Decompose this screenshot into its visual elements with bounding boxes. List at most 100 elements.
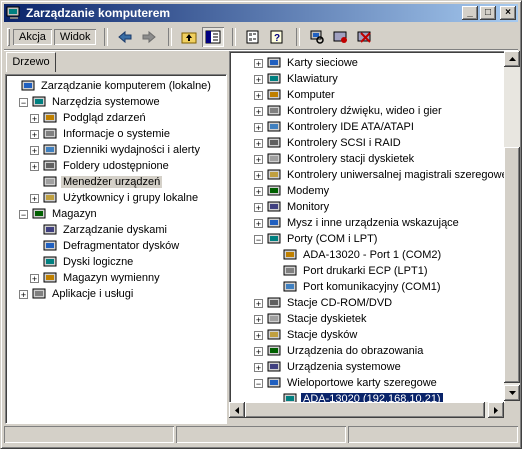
tree-item-label: Podgląd zdarzeń: [63, 112, 146, 124]
expand-button[interactable]: +: [30, 145, 39, 155]
expand-button[interactable]: +: [254, 138, 263, 148]
tree-item[interactable]: ADA-13020 - Port 1 (COM2): [270, 247, 443, 263]
tree-item[interactable]: Menedżer urządzeń: [30, 174, 163, 190]
tree-item[interactable]: + Dzienniki wydajności i alerty: [30, 142, 202, 158]
uninstall-device-button[interactable]: [354, 27, 376, 47]
expand-button[interactable]: +: [254, 202, 263, 212]
tree-item[interactable]: + Użytkownicy i grupy lokalne: [30, 190, 200, 206]
expand-button[interactable]: +: [254, 106, 263, 116]
tree-item[interactable]: + Stacje CD-ROM/DVD: [254, 295, 394, 311]
menu-view[interactable]: Widok: [54, 29, 97, 45]
expand-button[interactable]: +: [30, 129, 39, 139]
expand-button[interactable]: +: [19, 289, 28, 299]
tree-item[interactable]: + Komputer: [254, 87, 337, 103]
tree-item-label: Kontrolery SCSI i RAID: [287, 137, 401, 149]
collapse-button[interactable]: −: [254, 234, 263, 244]
expand-button[interactable]: +: [254, 90, 263, 100]
help-button[interactable]: ?: [266, 27, 288, 47]
expand-button[interactable]: +: [254, 346, 263, 356]
tree-item[interactable]: + Aplikacje i usługi: [19, 286, 135, 302]
expand-button[interactable]: +: [254, 218, 263, 228]
tree-item[interactable]: Port drukarki ECP (LPT1): [270, 263, 430, 279]
expand-button[interactable]: +: [30, 161, 39, 171]
tree-item[interactable]: + Mysz i inne urządzenia wskazujące: [254, 215, 461, 231]
tree-item[interactable]: Zarządzanie komputerem (lokalne): [8, 78, 213, 94]
tree-item[interactable]: − Magazyn: [19, 206, 99, 222]
tree-item[interactable]: + Informacje o systemie: [30, 126, 172, 142]
minimize-button[interactable]: _: [462, 6, 478, 20]
tree-item[interactable]: + Modemy: [254, 183, 331, 199]
expand-button[interactable]: +: [254, 314, 263, 324]
collapse-button[interactable]: −: [19, 209, 28, 219]
tree-item[interactable]: + Kontrolery uniwersalnej magistrali szer…: [254, 167, 504, 183]
expand-button[interactable]: +: [254, 74, 263, 84]
expand-button[interactable]: +: [254, 362, 263, 372]
expand-button[interactable]: +: [254, 122, 263, 132]
tree-item[interactable]: + Kontrolery stacji dyskietek: [254, 151, 416, 167]
device-tree-pane[interactable]: + Karty sieciowe + Klawiatury + Komputer + Kont…: [229, 51, 505, 403]
expand-button[interactable]: +: [254, 186, 263, 196]
tree-item[interactable]: + Kontrolery dźwięku, wideo i gier: [254, 103, 444, 119]
tree-item[interactable]: − Wieloportowe karty szeregowe: [254, 375, 439, 391]
tree-item[interactable]: + Stacje dysków: [254, 327, 359, 343]
tree-item-label: Kontrolery stacji dyskietek: [287, 153, 415, 165]
tree-item[interactable]: + Kontrolery SCSI i RAID: [254, 135, 403, 151]
close-button[interactable]: ×: [500, 6, 516, 20]
tree-item[interactable]: + Magazyn wymienny: [30, 270, 162, 286]
scan-hardware-button[interactable]: [306, 27, 328, 47]
expand-button[interactable]: +: [30, 273, 39, 283]
tree-item[interactable]: + Urządzenia systemowe: [254, 359, 403, 375]
tree-item[interactable]: − Porty (COM i LPT): [254, 231, 379, 247]
expand-button[interactable]: +: [30, 193, 39, 203]
vertical-scroll-thumb[interactable]: [504, 147, 520, 383]
tree-item[interactable]: + Karty sieciowe: [254, 55, 360, 71]
tree-item[interactable]: Dyski logiczne: [30, 254, 135, 270]
tree-item[interactable]: + Monitory: [254, 199, 331, 215]
svg-text:?: ?: [274, 33, 280, 44]
menu-action[interactable]: Akcja: [13, 29, 52, 45]
tree-item[interactable]: + Klawiatury: [254, 71, 340, 87]
tree-item-label: Komputer: [287, 89, 335, 101]
tree-item[interactable]: + Urządzenia do obrazowania: [254, 343, 425, 359]
tree-item[interactable]: Port komunikacyjny (COM1): [270, 279, 443, 295]
tree-item[interactable]: + Stacje dyskietek: [254, 311, 368, 327]
up-level-button[interactable]: [178, 27, 200, 47]
expand-button[interactable]: +: [254, 330, 263, 340]
scroll-left-button[interactable]: [229, 402, 245, 418]
horizontal-scrollbar[interactable]: [229, 402, 504, 418]
toolbar-grip[interactable]: [7, 28, 10, 46]
forward-button[interactable]: [138, 27, 160, 47]
expand-button[interactable]: +: [30, 113, 39, 123]
collapse-button[interactable]: −: [19, 97, 28, 107]
expand-button[interactable]: +: [254, 58, 263, 68]
expand-button[interactable]: +: [254, 170, 263, 180]
port-icon: [267, 233, 281, 244]
expand-button[interactable]: +: [254, 154, 263, 164]
disable-device-button[interactable]: [330, 27, 352, 47]
tab-tree[interactable]: Drzewo: [6, 52, 56, 72]
collapse-button[interactable]: −: [254, 378, 263, 388]
scroll-down-button[interactable]: [504, 385, 520, 401]
horizontal-scroll-thumb[interactable]: [245, 402, 485, 418]
vertical-scrollbar[interactable]: [504, 51, 520, 401]
tree-item-label: Klawiatury: [287, 73, 338, 85]
tree-item[interactable]: + Podgląd zdarzeń: [30, 110, 148, 126]
scroll-up-button[interactable]: [504, 51, 520, 67]
tree-item[interactable]: Zarządzanie dyskami: [30, 222, 169, 238]
title-bar[interactable]: Zarządzanie komputerem _ □ ×: [4, 4, 518, 22]
defragmenter-icon: [43, 240, 57, 251]
scroll-right-button[interactable]: [488, 402, 504, 418]
tree-item[interactable]: + Foldery udostępnione: [30, 158, 171, 174]
tree-item[interactable]: Defragmentator dysków: [30, 238, 181, 254]
console-tree-pane[interactable]: Zarządzanie komputerem (lokalne) − Narzędz…: [5, 74, 227, 424]
tree-item-label: Stacje dysków: [287, 329, 358, 341]
back-button[interactable]: [114, 27, 136, 47]
expand-button[interactable]: +: [254, 298, 263, 308]
tree-item[interactable]: − Narzędzia systemowe: [19, 94, 162, 110]
tree-item-label: Kontrolery dźwięku, wideo i gier: [287, 105, 442, 117]
show-hide-tree-button[interactable]: [202, 27, 225, 47]
tree-item[interactable]: + Kontrolery IDE ATA/ATAPI: [254, 119, 416, 135]
maximize-button[interactable]: □: [480, 6, 496, 20]
properties-button[interactable]: [242, 27, 264, 47]
tree-item-label: Informacje o systemie: [63, 128, 170, 140]
